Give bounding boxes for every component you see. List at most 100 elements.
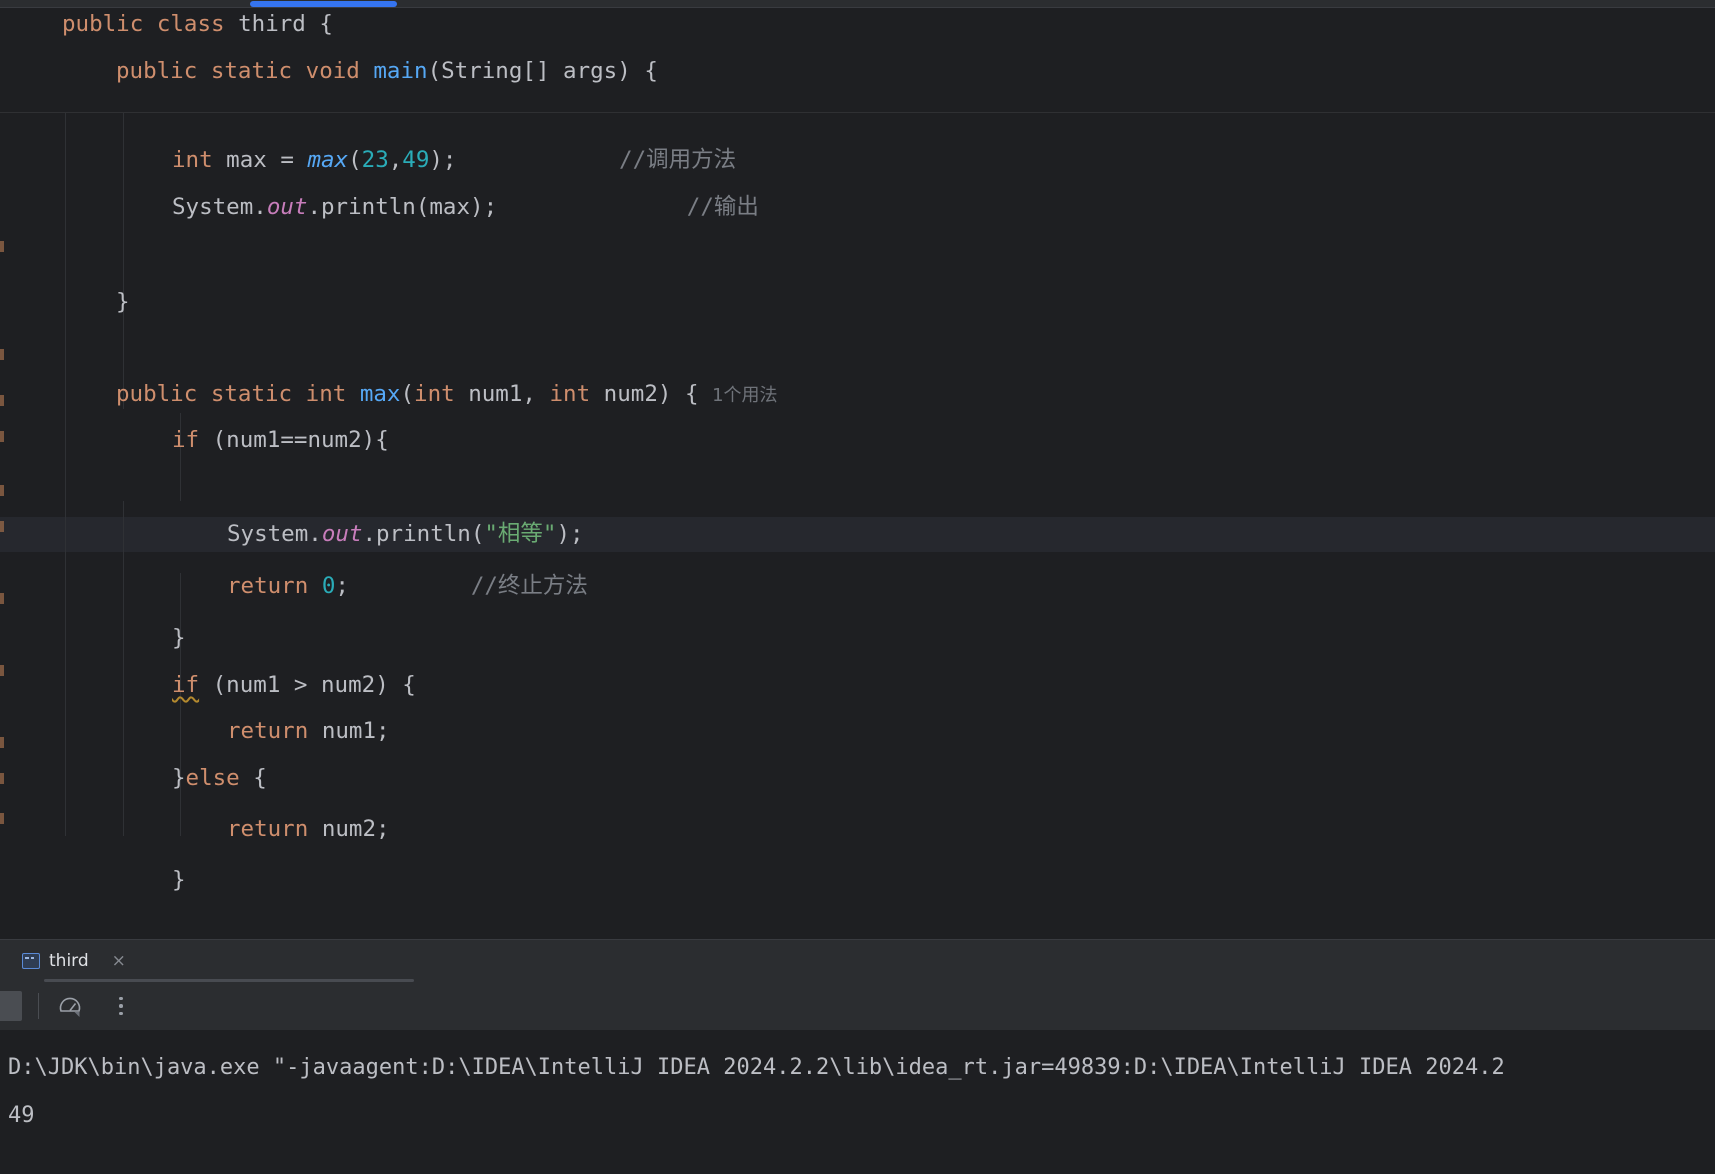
run-tab-label: third	[49, 951, 89, 971]
gutter-marker	[0, 431, 4, 442]
code-line-close-main: }	[116, 285, 130, 320]
code-line-print-max: System.out.println(max); //输出	[172, 190, 759, 225]
cond-greater: (num1 > num2) {	[199, 672, 416, 698]
decl-paren-open: (	[400, 381, 415, 407]
method-main: main	[373, 58, 428, 84]
console-program-output: 49	[8, 1103, 35, 1128]
run-tab-third[interactable]: third ×	[22, 940, 126, 982]
semicolon-1: ;	[335, 573, 349, 599]
kw-if-2: if	[172, 672, 200, 698]
method-decl-max: max	[359, 381, 401, 407]
more-options-icon[interactable]	[107, 991, 135, 1021]
stop-icon[interactable]	[0, 991, 22, 1021]
kw-return-3: return	[227, 816, 309, 842]
param-num2: num2) {	[590, 381, 699, 407]
cond-equal: (num1==num2){	[199, 427, 389, 453]
ide-window: public class third { public static void …	[0, 0, 1715, 1174]
kw-return-1: return	[227, 573, 309, 599]
run-tab-bar: third ×	[0, 940, 1715, 982]
code-line-return-zero: return 0; //终止方法	[227, 569, 588, 604]
kw-public-2: public	[116, 58, 198, 84]
gutter-marker	[0, 395, 4, 406]
run-configuration-icon	[22, 953, 40, 969]
gutter-marker	[0, 593, 4, 604]
code-line-return-num1: return num1;	[227, 714, 390, 749]
method-call-max: max	[307, 147, 349, 173]
console-command-line: D:\JDK\bin\java.exe "-javaagent:D:\IDEA\…	[8, 1055, 1505, 1080]
gutter-marker	[0, 241, 4, 252]
run-tool-window: third × D:\JDK\bin\java.exe "-javaagent:…	[0, 939, 1715, 1174]
usage-inlay-hint[interactable]: 1个用法	[712, 385, 777, 406]
return-value-num1: num1;	[308, 718, 390, 744]
brace-close-then: }	[172, 765, 186, 791]
sticky-line-main-decl: public static void main(String[] args) {	[116, 54, 658, 89]
var-max: max =	[212, 147, 308, 173]
code-line-call-max: int max = max(23,49); //调用方法	[172, 143, 736, 178]
println-close: );	[556, 521, 584, 547]
gutter-marker	[0, 485, 4, 496]
code-line-close-if-equal: }	[172, 621, 186, 656]
gutter-marker	[0, 737, 4, 748]
indent-guide-level-3b	[180, 573, 181, 836]
kw-else: else	[185, 765, 240, 791]
string-literal-equal: "相等"	[484, 521, 557, 547]
active-tab-indicator[interactable]	[250, 1, 397, 7]
system-ref-2: System.	[227, 521, 322, 547]
indent-guide-level-1	[65, 113, 66, 836]
brace-close-main: }	[116, 289, 130, 315]
toolbar-divider	[38, 993, 39, 1019]
system-ref: System.	[172, 194, 267, 220]
println-call: .println(max);	[307, 194, 498, 220]
brace-open-else: {	[239, 765, 267, 791]
field-out-2: out	[321, 521, 363, 547]
param-num1: num1,	[454, 381, 550, 407]
gutter-marker	[0, 773, 4, 784]
code-line-close-else: }	[172, 863, 186, 898]
code-line-else: }else {	[172, 761, 267, 796]
paren-open: (	[348, 147, 362, 173]
code-editor[interactable]: int max = max(23,49); //调用方法 System.out.…	[0, 113, 1715, 939]
console-output[interactable]: D:\JDK\bin\java.exe "-javaagent:D:\IDEA\…	[0, 1030, 1715, 1174]
kw-if-1: if	[172, 427, 200, 453]
kw-class: class	[156, 11, 225, 37]
comment-call-method: //调用方法	[619, 147, 737, 173]
field-out: out	[266, 194, 308, 220]
sticky-line-class-decl: public class third {	[62, 8, 333, 42]
gutter-marker	[0, 349, 4, 360]
profiler-gauge-icon[interactable]	[55, 991, 85, 1021]
gutter-marker	[0, 521, 4, 532]
arg-comma: ,	[388, 147, 403, 173]
kw-int: int	[172, 147, 213, 173]
kw-static: static	[210, 58, 293, 84]
comment-output: //输出	[686, 194, 759, 220]
brace-close-if-1: }	[172, 625, 186, 651]
code-line-return-num2: return num2;	[227, 812, 390, 847]
paren-close: );	[429, 147, 457, 173]
code-line-max-decl: public static int max(int num1, int num2…	[116, 377, 778, 413]
return-value-zero: 0	[321, 573, 336, 599]
arg-49: 49	[402, 147, 430, 173]
kw-int-p2: int	[549, 381, 591, 407]
println-open: .println(	[362, 521, 485, 547]
kw-public: public	[62, 11, 144, 37]
kw-static-2: static	[210, 381, 293, 407]
return-value-num2: num2;	[308, 816, 390, 842]
indent-guide-level-2a	[123, 113, 124, 409]
close-icon[interactable]: ×	[112, 951, 126, 971]
kw-int-ret: int	[305, 381, 347, 407]
sticky-lines-header: public class third { public static void …	[0, 8, 1715, 113]
code-line-if-equal: if (num1==num2){	[172, 423, 389, 458]
main-signature: (String[] args) {	[427, 58, 658, 84]
gutter-marker	[0, 813, 4, 824]
code-line-print-equal: System.out.println("相等");	[227, 517, 584, 552]
arg-23: 23	[361, 147, 389, 173]
run-toolbar	[0, 982, 1715, 1030]
kw-void: void	[305, 58, 360, 84]
run-tab-underline	[44, 979, 414, 982]
kw-return-2: return	[227, 718, 309, 744]
indent-guide-level-2b	[123, 501, 124, 836]
kw-int-p1: int	[414, 381, 455, 407]
comment-terminate: //终止方法	[470, 573, 588, 599]
kw-public-3: public	[116, 381, 198, 407]
editor-tab-strip	[0, 0, 1715, 8]
